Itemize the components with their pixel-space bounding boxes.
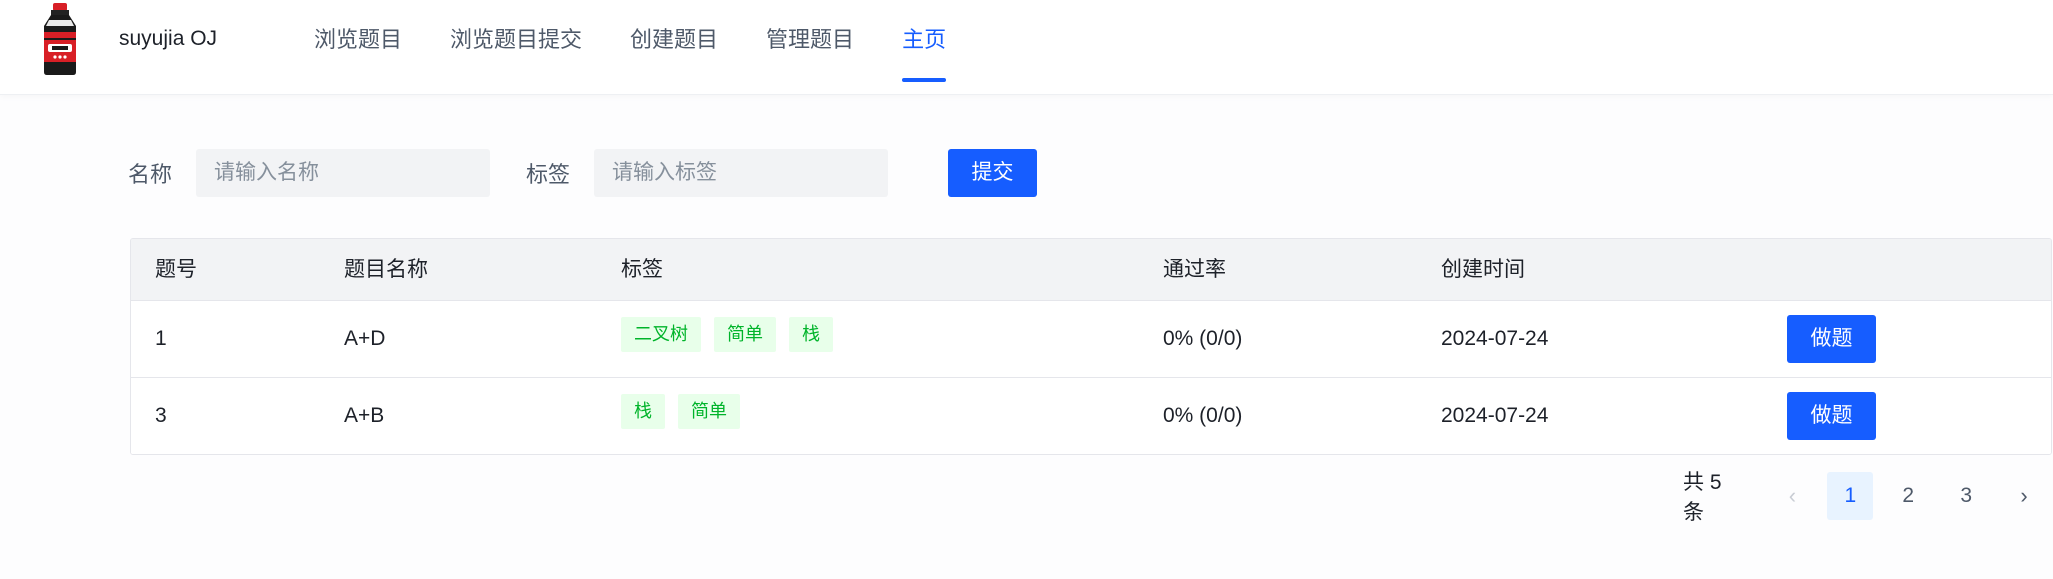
table-row: 3 A+B 栈 简单 0% (0/0) 2024-07-24 做题 [131,377,2051,454]
tag-badge: 简单 [714,317,776,352]
pagination: 共 5 条 ‹ 1 2 3 › [1683,471,2053,524]
column-header-tags[interactable]: 标签 [621,257,663,283]
chevron-left-icon[interactable]: ‹ [1770,472,1816,520]
column-header-pass-rate[interactable]: 通过率 [1163,257,1226,283]
column-header-id[interactable]: 题号 [155,257,197,283]
total-count: 共 5 条 [1683,471,1722,524]
page-2[interactable]: 2 [1885,472,1931,520]
tag-search-input[interactable] [594,149,889,197]
table-header-row: 题号 题目名称 标签 通过率 创建时间 [131,239,2051,300]
do-problem-cell: 做题 [1787,392,1876,440]
pass-rate: 0% (0/0) [1163,327,1243,350]
nav-home[interactable]: 主页 [878,0,970,94]
table-row: 1 A+D 二叉树 简单 栈 0% (0/0) 2024-07-24 做题 [131,300,2051,377]
nav-create-problem[interactable]: 创建题目 [606,0,742,94]
tag-badge: 二叉树 [621,317,701,352]
problem-id: 1 [155,327,167,350]
chevron-right-icon[interactable]: › [2001,472,2047,520]
name-search-input[interactable] [196,149,491,197]
nav-browse-submissions[interactable]: 浏览题目提交 [426,0,606,94]
page-1[interactable]: 1 [1827,472,1874,520]
pass-rate: 0% (0/0) [1163,404,1243,427]
tag-badge: 栈 [789,317,833,352]
brand-title: suyujia OJ [119,27,218,50]
do-problem-button[interactable]: 做题 [1787,315,1876,363]
do-problem-button[interactable]: 做题 [1787,392,1876,440]
logo-bottle-icon[interactable] [36,2,84,76]
top-navbar: suyujia OJ 浏览题目 浏览题目提交 创建题目 管理题目 主页 [0,0,2053,95]
nav-browse-problems[interactable]: 浏览题目 [290,0,426,94]
nav-manage-problems[interactable]: 管理题目 [742,0,878,94]
column-header-created[interactable]: 创建时间 [1441,257,1525,283]
created-date: 2024-07-24 [1441,327,1549,350]
tag-label: 标签 [526,162,571,187]
page-3[interactable]: 3 [1943,472,1989,520]
name-label: 名称 [128,162,173,187]
tag-badge: 简单 [678,394,740,429]
tag-badge: 栈 [621,394,665,429]
do-problem-cell: 做题 [1787,315,1876,363]
problem-title: A+B [344,404,385,427]
problem-table: 题号 题目名称 标签 通过率 创建时间 1 A+D 二叉树 简单 栈 0% (0… [130,238,2052,455]
submit-button[interactable]: 提交 [948,149,1038,197]
created-date: 2024-07-24 [1441,404,1549,427]
problem-id: 3 [155,404,167,427]
search-form: 名称 标签 提交 [128,149,1038,197]
column-header-title[interactable]: 题目名称 [344,257,428,283]
main-nav: 浏览题目 浏览题目提交 创建题目 管理题目 主页 [290,0,970,94]
problem-tags: 二叉树 简单 栈 [621,317,846,352]
problem-title: A+D [344,327,386,350]
problem-tags: 栈 简单 [621,394,753,429]
